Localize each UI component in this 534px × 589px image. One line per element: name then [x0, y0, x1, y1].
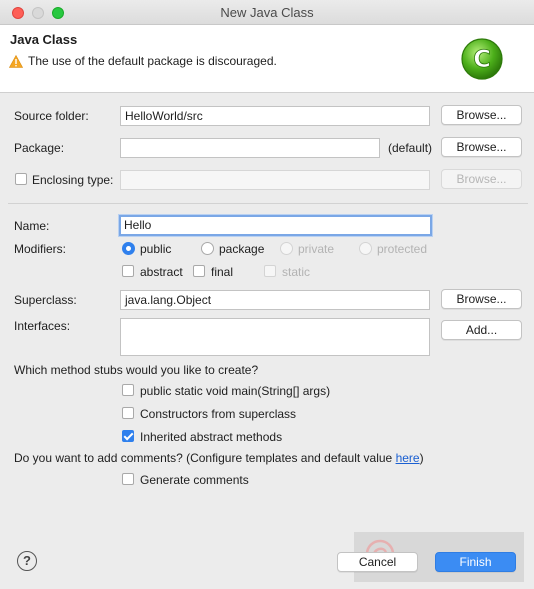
configure-templates-link[interactable]: here — [396, 451, 420, 465]
stub-main-checkbox[interactable] — [122, 384, 134, 396]
warning-message: The use of the default package is discou… — [28, 54, 277, 68]
method-stubs-question: Which method stubs would you like to cre… — [14, 363, 259, 377]
cancel-button[interactable]: Cancel — [337, 552, 418, 572]
package-input[interactable] — [120, 138, 380, 158]
enclosing-type-checkbox[interactable] — [15, 173, 27, 185]
stub-inherited-label: Inherited abstract methods — [140, 430, 283, 444]
comments-question-suffix: ) — [419, 451, 424, 465]
modifier-static-checkbox[interactable] — [264, 265, 276, 277]
stub-constructors-label: Constructors from superclass — [140, 407, 297, 421]
wizard-title: Java Class — [10, 32, 78, 47]
enclosing-type-input[interactable] — [120, 170, 430, 190]
new-java-class-dialog: New Java Class Java Class The use of the… — [0, 0, 534, 589]
modifier-abstract-checkbox[interactable] — [122, 265, 134, 277]
superclass-input[interactable]: java.lang.Object — [120, 290, 430, 310]
modifier-public-radio[interactable] — [122, 242, 135, 255]
modifiers-label: Modifiers: — [14, 242, 67, 256]
modifier-public-label: public — [140, 242, 172, 256]
modifier-private-label: private — [298, 242, 335, 256]
interfaces-label: Interfaces: — [14, 319, 71, 333]
separator — [8, 203, 528, 204]
help-icon[interactable]: ? — [17, 551, 37, 571]
window-title: New Java Class — [220, 5, 314, 20]
interfaces-list[interactable] — [120, 318, 430, 356]
package-default-hint: (default) — [388, 141, 433, 155]
source-folder-input[interactable]: HelloWorld/src — [120, 106, 430, 126]
interfaces-add-button[interactable]: Add... — [441, 320, 522, 340]
modifier-final-checkbox[interactable] — [193, 265, 205, 277]
finish-button[interactable]: Finish — [435, 552, 516, 572]
package-label: Package: — [14, 141, 65, 155]
modifier-final-label: final — [211, 265, 234, 279]
modifier-private-radio[interactable] — [280, 242, 293, 255]
name-label: Name: — [14, 219, 50, 233]
title-bar: New Java Class — [0, 0, 534, 25]
modifier-package-label: package — [219, 242, 265, 256]
source-folder-browse-button[interactable]: Browse... — [441, 105, 522, 125]
stub-constructors-checkbox[interactable] — [122, 407, 134, 419]
warning-icon — [9, 55, 23, 68]
badge-letter: C — [473, 45, 491, 73]
generate-comments-checkbox[interactable] — [122, 473, 134, 485]
enclosing-type-label: Enclosing type: — [32, 173, 114, 187]
superclass-browse-button[interactable]: Browse... — [441, 289, 522, 309]
source-folder-label: Source folder: — [14, 109, 89, 123]
enclosing-type-browse-button[interactable]: Browse... — [441, 169, 522, 189]
modifier-abstract-label: abstract — [140, 265, 183, 279]
comments-question-text: Do you want to add comments? (Configure … — [14, 451, 396, 465]
modifier-static-label: static — [282, 265, 311, 279]
comments-question: Do you want to add comments? (Configure … — [14, 451, 424, 465]
superclass-label: Superclass: — [14, 293, 77, 307]
stub-inherited-checkbox[interactable] — [122, 430, 134, 442]
generate-comments-label: Generate comments — [140, 473, 249, 487]
java-class-icon: C — [461, 38, 503, 80]
modifier-protected-radio[interactable] — [359, 242, 372, 255]
stub-main-label: public static void main(String[] args) — [140, 384, 331, 398]
wizard-header: Java Class The use of the default packag… — [0, 25, 534, 93]
modifier-protected-label: protected — [377, 242, 428, 256]
class-name-input[interactable]: Hello — [119, 215, 432, 236]
modifier-package-radio[interactable] — [201, 242, 214, 255]
package-browse-button[interactable]: Browse... — [441, 137, 522, 157]
